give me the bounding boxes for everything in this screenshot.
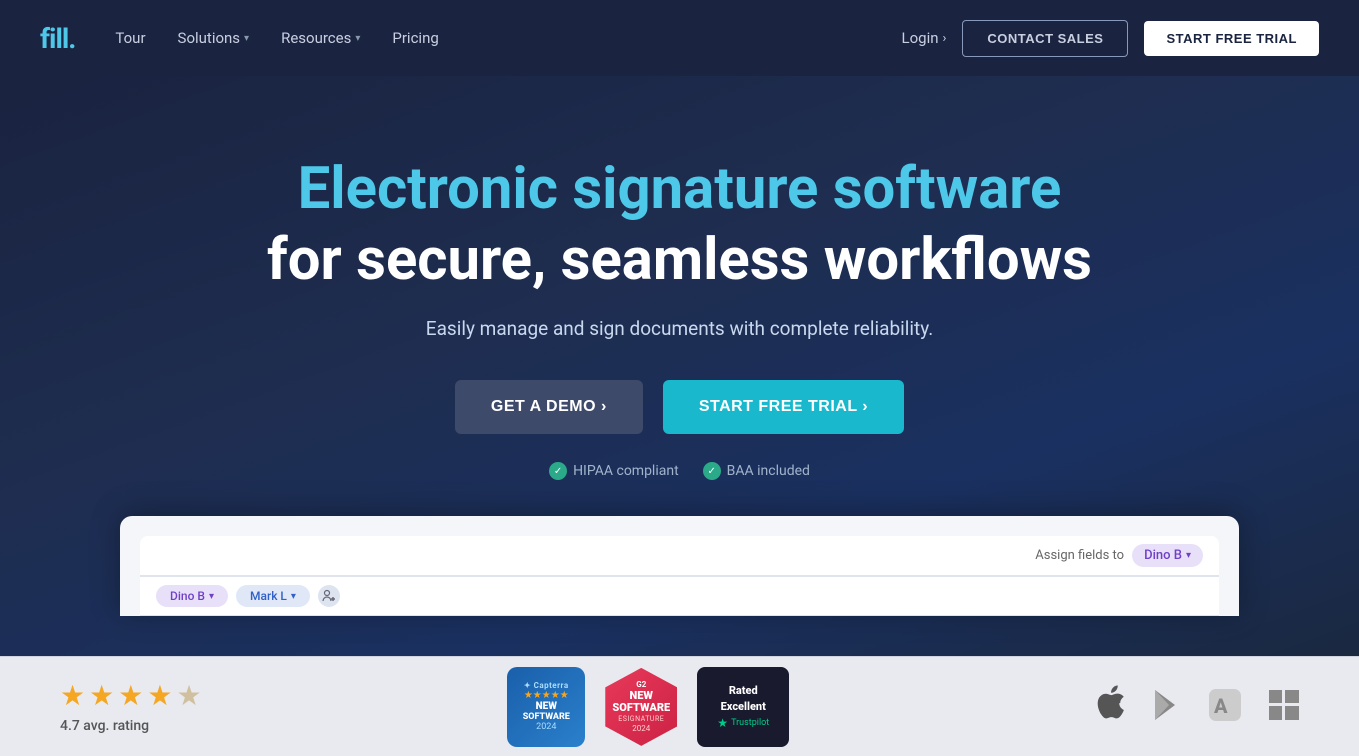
- hero-badges: ✓ HIPAA compliant ✓ BAA included: [40, 462, 1319, 480]
- g2-badge: G2 NEWSOFTWARE esignature 2024: [605, 668, 677, 746]
- assign-dropdown-icon: ▾: [1186, 550, 1191, 561]
- login-arrow-icon: ›: [943, 31, 947, 46]
- capterra-badge: ✦ Capterra ★★★★★ NEW SOFTWARE 2024: [507, 667, 585, 747]
- nav-tour[interactable]: Tour: [115, 29, 145, 47]
- hipaa-check-icon: ✓: [549, 462, 567, 480]
- navbar: fill. Tour Solutions ▾ Resources ▾ Prici…: [0, 0, 1359, 76]
- tab-mark[interactable]: Mark L ▾: [236, 585, 310, 607]
- hipaa-label: HIPAA compliant: [573, 463, 679, 479]
- apple-icon: [1095, 684, 1125, 729]
- solutions-chevron-icon: ▾: [244, 33, 249, 44]
- logo-text: ll.: [55, 22, 75, 55]
- trustpilot-badge: Rated Excellent ★ Trustpilot: [697, 667, 789, 747]
- resources-chevron-icon: ▾: [355, 33, 360, 44]
- start-trial-hero-button[interactable]: START FREE TRIAL ›: [663, 380, 904, 434]
- trustpilot-logo: ★ Trustpilot: [717, 716, 769, 730]
- star-5: ★: [176, 679, 201, 712]
- login-link[interactable]: Login ›: [902, 29, 947, 47]
- star-4: ★: [147, 679, 172, 712]
- star-rating: ★ ★ ★ ★ ★: [60, 679, 202, 712]
- tab-dino-dropdown-icon: ▾: [209, 591, 214, 602]
- contact-sales-button[interactable]: CONTACT SALES: [962, 20, 1128, 57]
- baa-badge: ✓ BAA included: [703, 462, 810, 480]
- platforms-section: A: [1095, 684, 1299, 729]
- rating-text: 4.7 avg. rating: [60, 718, 202, 734]
- nav-right: Login › CONTACT SALES START FREE TRIAL: [902, 20, 1319, 57]
- app-store-icon: A: [1209, 689, 1241, 725]
- hero-title-line2: for secure, seamless workflows: [40, 227, 1319, 294]
- brand-logo[interactable]: fill.: [40, 22, 75, 55]
- trustpilot-excellent: Excellent: [721, 700, 766, 713]
- star-3: ★: [118, 679, 143, 712]
- google-play-icon: [1153, 689, 1181, 725]
- baa-label: BAA included: [727, 463, 810, 479]
- awards-section: ✦ Capterra ★★★★★ NEW SOFTWARE 2024 G2 NE…: [507, 667, 789, 747]
- app-preview-header: Assign fields to Dino B ▾: [140, 536, 1219, 576]
- assign-badge[interactable]: Dino B ▾: [1132, 544, 1203, 567]
- get-demo-button[interactable]: GET A DEMO ›: [455, 380, 643, 434]
- windows-icon: [1269, 690, 1299, 724]
- hero-buttons: GET A DEMO › START FREE TRIAL ›: [40, 380, 1319, 434]
- hero-section: Electronic signature software for secure…: [0, 76, 1359, 656]
- hero-subtitle: Easily manage and sign documents with co…: [40, 317, 1319, 340]
- nav-links: Tour Solutions ▾ Resources ▾ Pricing: [115, 29, 901, 47]
- app-preview-tabs: Dino B ▾ Mark L ▾: [140, 576, 1219, 615]
- app-preview: Assign fields to Dino B ▾ Dino B ▾ Mark …: [120, 516, 1239, 616]
- hipaa-badge: ✓ HIPAA compliant: [549, 462, 679, 480]
- tab-dino[interactable]: Dino B ▾: [156, 585, 228, 607]
- star-1: ★: [60, 679, 85, 712]
- trustpilot-rated: Rated: [729, 684, 758, 697]
- hero-title-line1: Electronic signature software: [40, 156, 1319, 223]
- logo-accent: fi: [40, 22, 55, 55]
- nav-pricing[interactable]: Pricing: [392, 29, 438, 47]
- nav-solutions[interactable]: Solutions ▾: [178, 29, 250, 47]
- start-trial-nav-button[interactable]: START FREE TRIAL: [1144, 21, 1319, 56]
- tab-mark-dropdown-icon: ▾: [291, 591, 296, 602]
- baa-check-icon: ✓: [703, 462, 721, 480]
- nav-resources[interactable]: Resources ▾: [281, 29, 360, 47]
- add-user-icon[interactable]: [318, 585, 340, 607]
- star-2: ★: [89, 679, 114, 712]
- assign-user: Dino B: [1144, 548, 1182, 563]
- capterra-year: 2024: [536, 722, 556, 732]
- assign-label: Assign fields to: [1035, 548, 1124, 563]
- rating-section: ★ ★ ★ ★ ★ 4.7 avg. rating: [60, 679, 202, 734]
- svg-text:A: A: [1214, 694, 1228, 718]
- bottom-bar: ★ ★ ★ ★ ★ 4.7 avg. rating ✦ Capterra ★★★…: [0, 656, 1359, 756]
